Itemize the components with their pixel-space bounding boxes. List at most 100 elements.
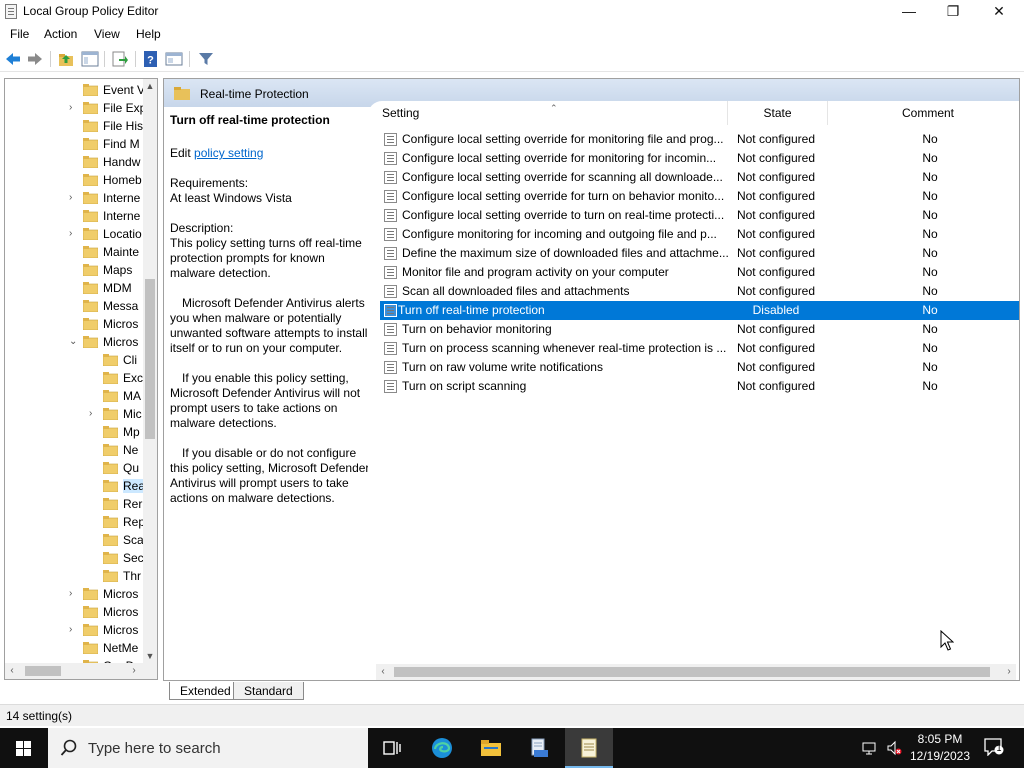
- setting-row[interactable]: Turn on script scanning Not configured No: [380, 377, 1019, 396]
- tab-extended[interactable]: Extended: [169, 682, 242, 700]
- scroll-right-icon[interactable]: ›: [127, 664, 141, 678]
- tree-item[interactable]: Rer: [5, 495, 145, 513]
- tree-item[interactable]: File His: [5, 117, 145, 135]
- menu-file[interactable]: File: [10, 27, 29, 41]
- setting-row[interactable]: Configure local setting override for mon…: [380, 149, 1019, 168]
- tree-item[interactable]: Event V: [5, 81, 145, 99]
- setting-row[interactable]: Configure local setting override to turn…: [380, 206, 1019, 225]
- tree-item[interactable]: MA: [5, 387, 145, 405]
- scroll-right-icon[interactable]: ›: [1002, 665, 1016, 679]
- setting-row[interactable]: Turn on behavior monitoring Not configure…: [380, 320, 1019, 339]
- show-hide-tree-icon[interactable]: [81, 50, 99, 68]
- setting-row[interactable]: Monitor file and program activity on you…: [380, 263, 1019, 282]
- expand-arrow-icon[interactable]: ›: [69, 228, 79, 240]
- edge-taskbar-button[interactable]: [418, 728, 466, 768]
- menu-help[interactable]: Help: [136, 27, 161, 41]
- list-horizontal-scrollbar[interactable]: ‹ ›: [376, 664, 1016, 680]
- tree-item[interactable]: Interne: [5, 207, 145, 225]
- tree-hscroll-thumb[interactable]: [25, 666, 61, 676]
- tree-item[interactable]: › File Exp: [5, 99, 145, 117]
- expand-arrow-icon[interactable]: ›: [69, 192, 79, 204]
- notepad-taskbar-button[interactable]: [565, 728, 613, 768]
- tree-item[interactable]: › Interne: [5, 189, 145, 207]
- tree-item[interactable]: NetMe: [5, 639, 145, 657]
- task-view-button[interactable]: [368, 728, 416, 768]
- policy-setting-icon: [384, 380, 397, 393]
- console-tree[interactable]: Event V › File Exp File His Find M Handw Homeb…: [4, 78, 158, 680]
- setting-row[interactable]: Turn on raw volume write notifications No…: [380, 358, 1019, 377]
- tree-item[interactable]: Micros: [5, 315, 145, 333]
- tree-item[interactable]: Exc: [5, 369, 145, 387]
- tree-item[interactable]: Qu: [5, 459, 145, 477]
- tab-standard[interactable]: Standard: [233, 682, 304, 700]
- setting-row[interactable]: Turn on process scanning whenever real-t…: [380, 339, 1019, 358]
- expand-arrow-icon[interactable]: ›: [89, 408, 99, 420]
- tree-item[interactable]: › Locatio: [5, 225, 145, 243]
- tree-item[interactable]: Sca: [5, 531, 145, 549]
- maximize-button[interactable]: ❐: [930, 0, 976, 24]
- up-folder-icon[interactable]: [57, 50, 75, 68]
- tree-item[interactable]: Cli: [5, 351, 145, 369]
- tree-item[interactable]: Micros: [5, 603, 145, 621]
- tree-scroll-thumb[interactable]: [145, 279, 155, 439]
- tree-item[interactable]: Messa: [5, 297, 145, 315]
- export-list-icon[interactable]: [111, 50, 129, 68]
- help-icon[interactable]: ?: [142, 50, 160, 68]
- filter-icon[interactable]: [197, 50, 215, 68]
- folder-icon: [82, 120, 99, 133]
- file-explorer-taskbar-button[interactable]: [467, 728, 515, 768]
- setting-row[interactable]: Configure monitoring for incoming and ou…: [380, 225, 1019, 244]
- setting-row[interactable]: Define the maximum size of downloaded fi…: [380, 244, 1019, 263]
- start-button[interactable]: [0, 728, 48, 768]
- column-header-comment[interactable]: Comment: [828, 101, 1019, 125]
- tree-item[interactable]: Mainte: [5, 243, 145, 261]
- tree-item[interactable]: MDM: [5, 279, 145, 297]
- tree-item[interactable]: Homeb: [5, 171, 145, 189]
- minimize-button[interactable]: —: [886, 0, 932, 24]
- expand-arrow-icon[interactable]: ›: [69, 588, 79, 600]
- tree-item[interactable]: Mp: [5, 423, 145, 441]
- back-icon[interactable]: [4, 50, 22, 68]
- expand-arrow-icon[interactable]: ›: [69, 102, 79, 114]
- tree-vertical-scrollbar[interactable]: ▲ ▼: [143, 79, 157, 663]
- group-policy-taskbar-button[interactable]: [516, 728, 564, 768]
- properties-icon[interactable]: [165, 50, 183, 68]
- expand-arrow-icon[interactable]: ›: [69, 624, 79, 636]
- tree-item[interactable]: Sec: [5, 549, 145, 567]
- column-header-setting[interactable]: Setting: [368, 101, 728, 125]
- forward-icon[interactable]: [26, 50, 44, 68]
- setting-row[interactable]: Configure local setting override for sca…: [380, 168, 1019, 187]
- taskbar-search-box[interactable]: Type here to search: [48, 728, 368, 768]
- setting-row[interactable]: Configure local setting override for tur…: [380, 187, 1019, 206]
- tree-item[interactable]: Thr: [5, 567, 145, 585]
- tree-item[interactable]: › Micros: [5, 585, 145, 603]
- collapse-arrow-icon[interactable]: ⌄: [69, 336, 79, 348]
- tree-item[interactable]: ⌄ Micros: [5, 333, 145, 351]
- scroll-left-icon[interactable]: ‹: [5, 664, 19, 678]
- menu-action[interactable]: Action: [44, 27, 77, 41]
- menu-view[interactable]: View: [94, 27, 120, 41]
- setting-row[interactable]: Configure local setting override for mon…: [380, 130, 1019, 149]
- network-icon[interactable]: [862, 740, 878, 756]
- scroll-left-icon[interactable]: ‹: [376, 665, 390, 679]
- tree-item[interactable]: › Micros: [5, 621, 145, 639]
- scroll-down-icon[interactable]: ▼: [143, 649, 157, 663]
- list-hscroll-thumb[interactable]: [394, 667, 990, 677]
- taskbar-clock[interactable]: 8:05 PM 12/19/2023: [906, 731, 974, 765]
- tree-item[interactable]: Ne: [5, 441, 145, 459]
- tree-item[interactable]: Maps: [5, 261, 145, 279]
- policy-setting-link[interactable]: policy setting: [194, 146, 263, 160]
- close-button[interactable]: ✕: [976, 0, 1022, 24]
- volume-muted-icon[interactable]: [886, 740, 902, 756]
- tree-item[interactable]: Handw: [5, 153, 145, 171]
- tree-horizontal-scrollbar[interactable]: ‹ ›: [5, 663, 157, 679]
- tree-item[interactable]: Find M: [5, 135, 145, 153]
- column-header-state[interactable]: State: [728, 101, 828, 125]
- setting-row[interactable]: Scan all downloaded files and attachment…: [380, 282, 1019, 301]
- notification-center-button[interactable]: 1: [984, 738, 1004, 757]
- scroll-up-icon[interactable]: ▲: [143, 79, 157, 93]
- tree-item[interactable]: › Mic: [5, 405, 145, 423]
- setting-row[interactable]: Turn off real-time protection Disabled No: [380, 301, 1019, 320]
- tree-item[interactable]: Rea: [5, 477, 145, 495]
- tree-item[interactable]: Rep: [5, 513, 145, 531]
